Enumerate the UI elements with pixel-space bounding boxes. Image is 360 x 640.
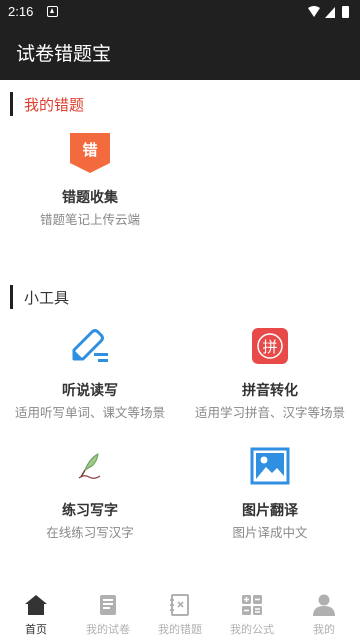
tab-label: 首页 bbox=[25, 623, 47, 636]
signal-icon bbox=[325, 7, 335, 18]
picture-icon bbox=[250, 447, 290, 485]
notebook-icon bbox=[170, 594, 189, 616]
tool-desc: 图片译成中文 bbox=[232, 525, 308, 540]
tool-desc: 适用听写单词、课文等场景 bbox=[14, 405, 165, 420]
pinyin-icon-text: 拼 bbox=[262, 338, 277, 356]
notification-icon bbox=[47, 6, 58, 17]
section-marker bbox=[10, 92, 13, 116]
tool-name: 听说读写 bbox=[62, 383, 118, 399]
wifi-icon bbox=[308, 6, 320, 17]
mistake-tag-icon: 错 bbox=[70, 133, 110, 173]
tab-label: 我的公式 bbox=[230, 623, 274, 636]
section-title-my-mistakes: 我的错题 bbox=[24, 96, 85, 114]
bottom-tab-bar: 首页 我的试卷 我的错题 我的公式 我的 bbox=[0, 588, 360, 640]
pen-edit-icon bbox=[72, 329, 108, 362]
pinyin-icon: 拼 bbox=[252, 328, 288, 364]
mistake-tag-text: 错 bbox=[82, 141, 97, 159]
tool-desc: 适用学习拼音、汉字等场景 bbox=[194, 405, 345, 420]
tab-home[interactable]: 首页 bbox=[0, 588, 72, 640]
tab-label: 我的试卷 bbox=[86, 623, 130, 636]
status-bar: 2:16 bbox=[0, 0, 360, 24]
app-bar: 试卷错题宝 bbox=[0, 24, 360, 80]
tab-label: 我的错题 bbox=[158, 623, 202, 636]
tool-name: 练习写字 bbox=[62, 503, 118, 519]
tab-profile[interactable]: 我的 bbox=[288, 588, 360, 640]
home-icon bbox=[25, 595, 47, 615]
mistake-collection-card[interactable]: 错 错题收集 错题笔记上传云端 bbox=[0, 133, 180, 233]
tab-my-formulas[interactable]: 我的公式 bbox=[216, 588, 288, 640]
tab-my-mistakes[interactable]: 我的错题 bbox=[144, 588, 216, 640]
status-time: 2:16 bbox=[8, 4, 34, 19]
section-marker bbox=[10, 285, 13, 309]
tool-card-picture-translate[interactable]: 图片翻译 图片译成中文 bbox=[180, 446, 360, 546]
tool-card-pinyin[interactable]: 拼 拼音转化 适用学习拼音、汉字等场景 bbox=[180, 326, 360, 426]
paper-icon bbox=[100, 595, 116, 615]
tool-card-dictation[interactable]: 听说读写 适用听写单词、课文等场景 bbox=[0, 326, 180, 426]
battery-icon bbox=[342, 6, 349, 18]
tab-my-papers[interactable]: 我的试卷 bbox=[72, 588, 144, 640]
status-indicators bbox=[308, 6, 349, 18]
tool-card-writing[interactable]: 练习写字 在线练习写汉字 bbox=[0, 446, 180, 546]
feature-desc: 错题笔记上传云端 bbox=[39, 212, 140, 227]
user-icon bbox=[313, 594, 335, 616]
tool-name: 图片翻译 bbox=[242, 503, 298, 519]
section-title-tools: 小工具 bbox=[24, 289, 70, 307]
tab-label: 我的 bbox=[313, 623, 335, 636]
app-title: 试卷错题宝 bbox=[16, 43, 112, 65]
feature-name: 错题收集 bbox=[62, 190, 118, 206]
tool-name: 拼音转化 bbox=[242, 383, 298, 399]
calculator-icon bbox=[242, 595, 262, 615]
tool-desc: 在线练习写汉字 bbox=[46, 525, 134, 540]
quill-icon bbox=[78, 453, 101, 479]
